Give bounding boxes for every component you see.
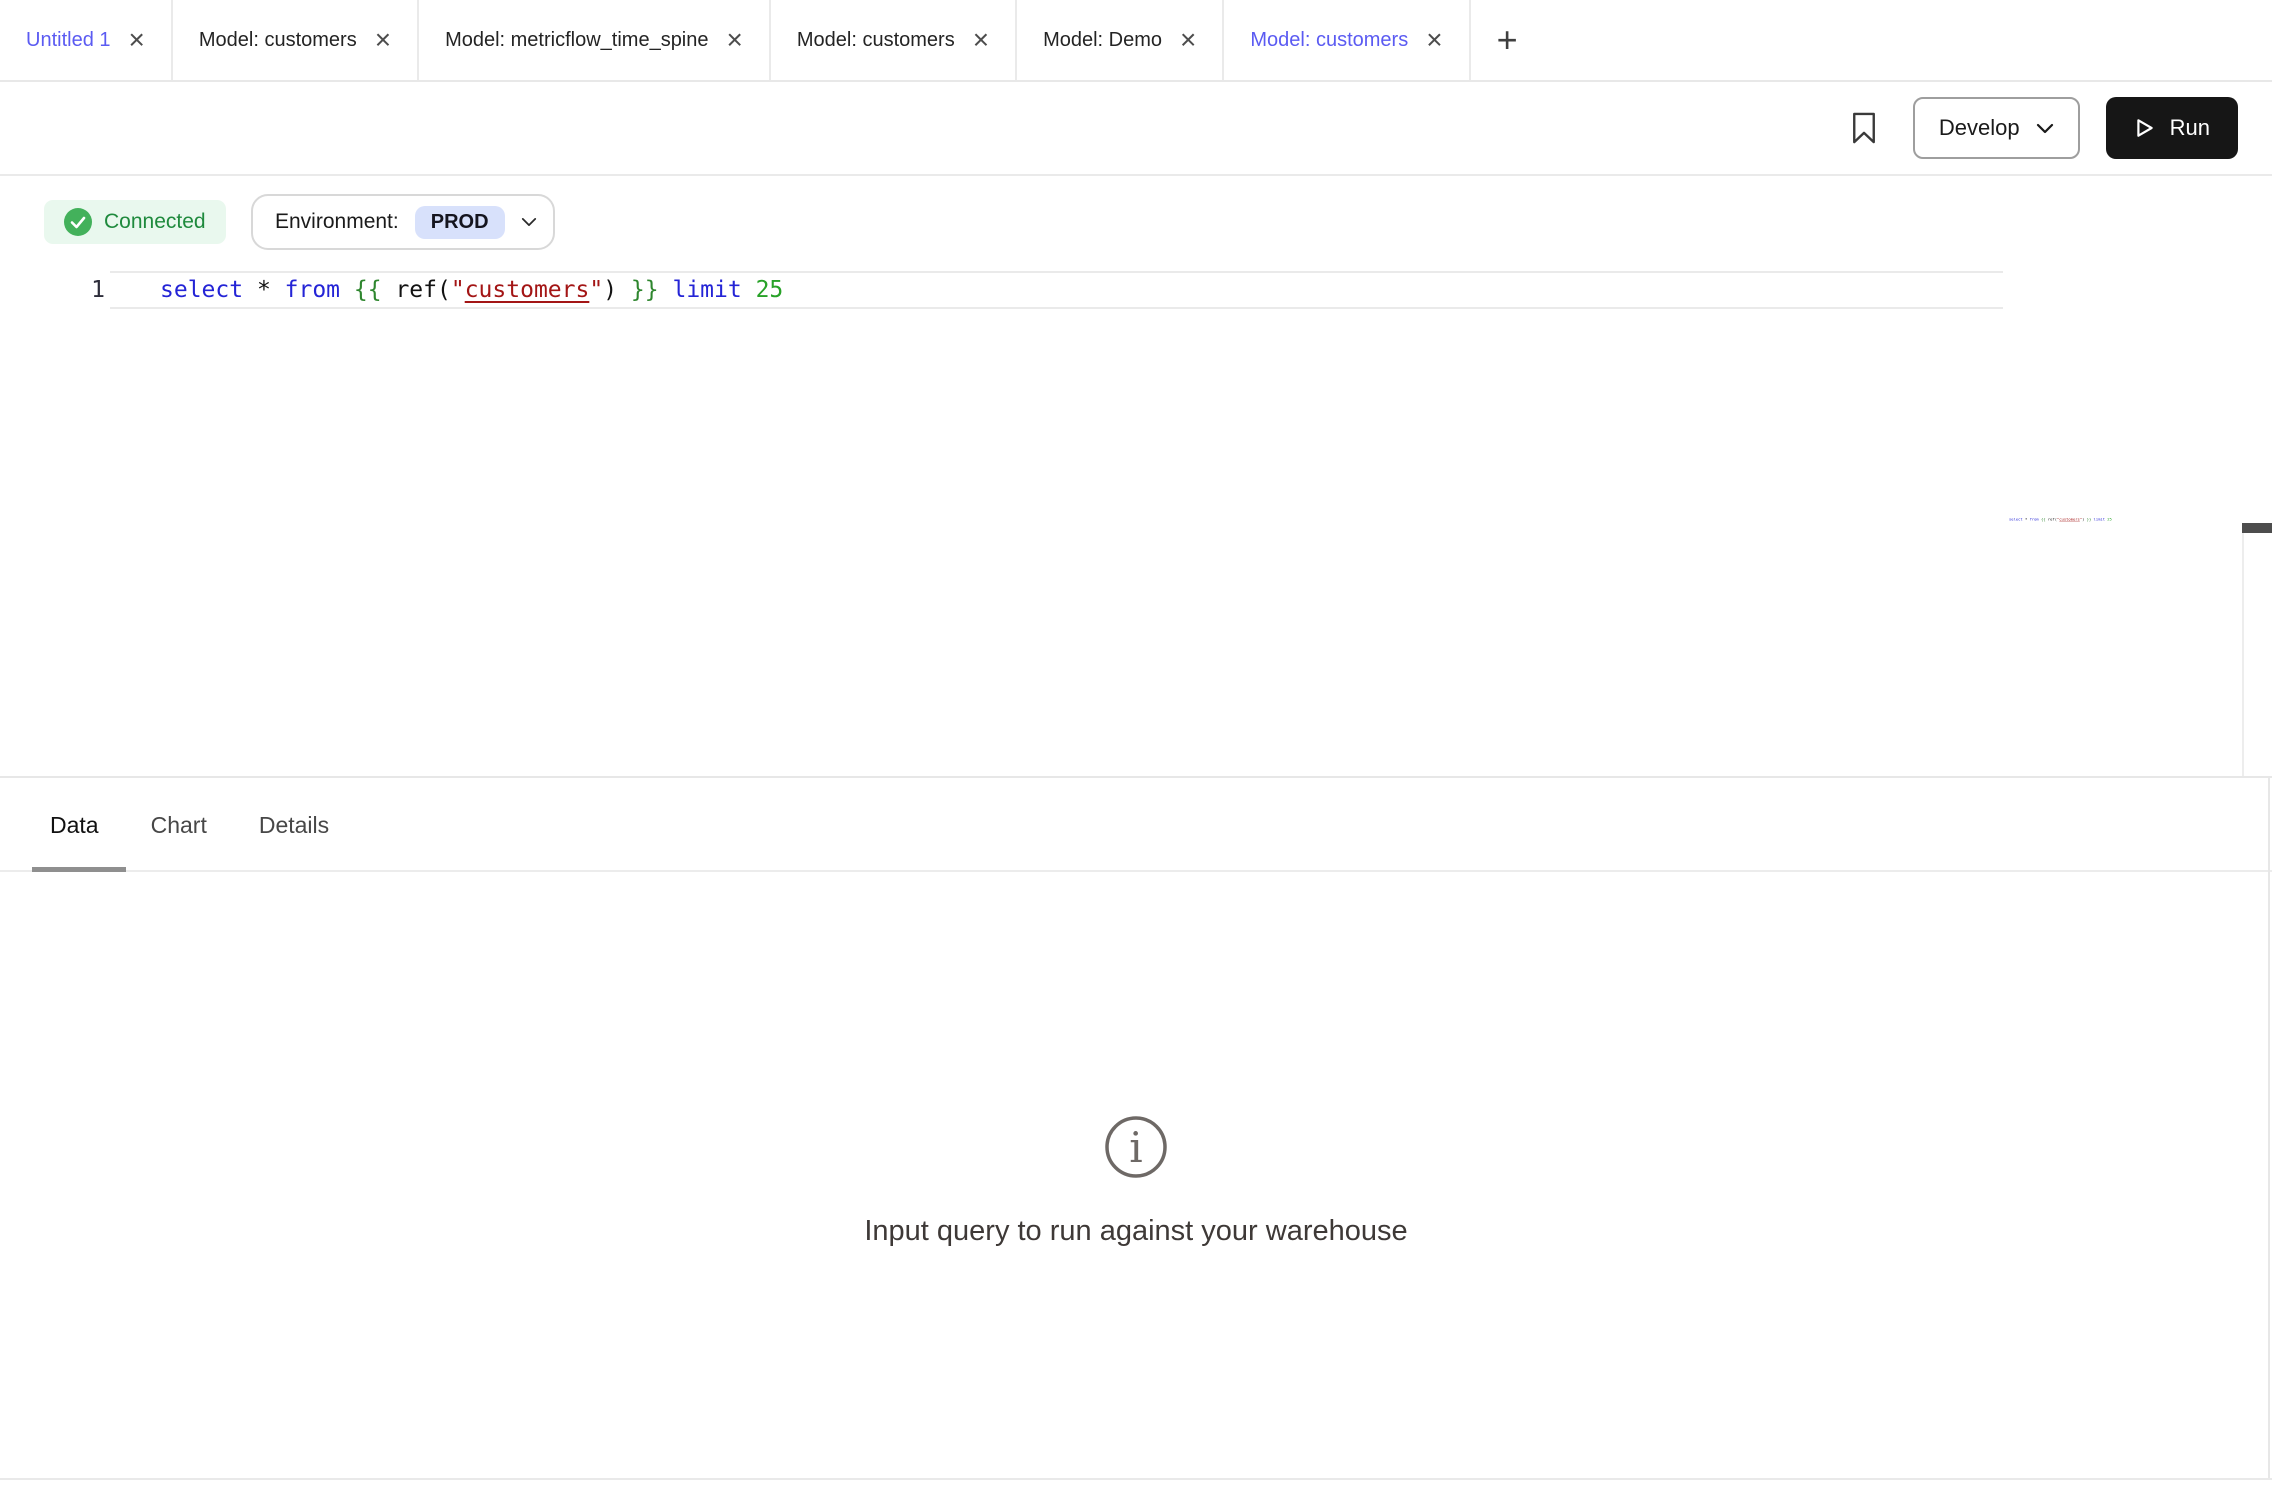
tab-model-customers-2[interactable]: Model: customers × — [771, 0, 1017, 80]
tab-model-demo[interactable]: Model: Demo × — [1017, 0, 1224, 80]
minimap-code-line: select * from {{ ref("customers") }} lim… — [2009, 517, 2116, 521]
code-token: from — [285, 277, 340, 303]
code-token: {{ — [354, 277, 382, 303]
tab-model-customers-1[interactable]: Model: customers × — [173, 0, 419, 80]
new-tab-button[interactable]: + — [1471, 0, 1544, 80]
tab-model-metricflow-time-spine[interactable]: Model: metricflow_time_spine × — [419, 0, 771, 80]
connection-status-label: Connected — [104, 210, 206, 234]
code-token — [742, 277, 756, 303]
empty-state: i Input query to run against your wareho… — [0, 1114, 2272, 1248]
tab-label: Model: metricflow_time_spine — [445, 29, 708, 52]
code-token: }} — [631, 277, 659, 303]
connection-status-badge: Connected — [44, 200, 226, 244]
code-token: limit — [672, 277, 741, 303]
check-circle-icon — [64, 208, 92, 236]
code-line[interactable]: select * from {{ ref("customers") }} lim… — [160, 277, 783, 303]
editor-minimap[interactable]: select * from {{ ref("customers") }} lim… — [2009, 517, 2119, 531]
code-token: customers — [2059, 517, 2080, 521]
code-token: ref( — [395, 277, 450, 303]
info-icon: i — [1103, 1114, 1169, 1185]
chevron-down-icon — [521, 217, 537, 227]
tab-details[interactable]: Details — [259, 812, 329, 839]
tab-model-customers-3[interactable]: Model: customers × — [1224, 0, 1470, 80]
chevron-down-icon — [2036, 123, 2054, 134]
close-icon[interactable]: × — [129, 26, 145, 54]
tab-label: Model: customers — [199, 29, 357, 52]
results-panel: Data Chart Details i Input query to run … — [0, 776, 2272, 1478]
editor-scrollbar-thumb[interactable] — [2242, 523, 2272, 533]
code-token: customers — [465, 277, 590, 303]
code-token: ) — [603, 277, 617, 303]
code-token: " — [451, 277, 465, 303]
develop-button[interactable]: Develop — [1913, 97, 2080, 159]
code-token: " — [589, 277, 603, 303]
close-icon[interactable]: × — [1180, 26, 1196, 54]
close-icon[interactable]: × — [1426, 26, 1442, 54]
tab-label: Untitled 1 — [26, 29, 111, 52]
tab-data[interactable]: Data — [50, 812, 99, 839]
play-icon — [2134, 117, 2156, 139]
tab-chart[interactable]: Chart — [151, 812, 207, 839]
tab-label: Model: Demo — [1043, 29, 1162, 52]
run-label: Run — [2170, 115, 2210, 141]
code-token: ref( — [2048, 517, 2057, 521]
code-token — [340, 277, 354, 303]
tab-label: Model: customers — [1250, 29, 1408, 52]
ide-window: Untitled 1 × Model: customers × Model: m… — [0, 0, 2272, 1486]
code-token — [617, 277, 631, 303]
code-token: * — [2023, 517, 2030, 521]
line-number: 1 — [81, 271, 105, 309]
code-token: select — [160, 277, 243, 303]
environment-value-chip: PROD — [415, 206, 505, 239]
empty-state-message: Input query to run against your warehous… — [0, 1215, 2272, 1248]
tab-untitled-1[interactable]: Untitled 1 × — [0, 0, 173, 80]
run-button[interactable]: Run — [2106, 97, 2238, 159]
tab-label: Model: customers — [797, 29, 955, 52]
code-token: limit — [2094, 517, 2105, 521]
code-token: from — [2030, 517, 2039, 521]
close-icon[interactable]: × — [727, 26, 743, 54]
code-token: select — [2009, 517, 2023, 521]
code-token — [382, 277, 396, 303]
active-tab-underline — [32, 867, 126, 872]
code-token: 25 — [2107, 517, 2112, 521]
code-token: * — [243, 277, 285, 303]
develop-label: Develop — [1939, 115, 2020, 141]
results-tabs-divider — [0, 870, 2272, 872]
sql-editor[interactable]: 1 select * from {{ ref("customers") }} l… — [0, 252, 2272, 776]
environment-label: Environment: — [275, 210, 399, 234]
bookmark-icon[interactable] — [1851, 111, 1877, 145]
code-token — [659, 277, 673, 303]
window-bottom-border — [0, 1478, 2272, 1480]
code-token: 25 — [756, 277, 784, 303]
editor-active-line[interactable]: select * from {{ ref("customers") }} lim… — [110, 271, 2003, 309]
svg-text:i: i — [1129, 1123, 1142, 1172]
results-right-border — [2268, 778, 2270, 1478]
editor-tab-bar: Untitled 1 × Model: customers × Model: m… — [0, 0, 2272, 82]
close-icon[interactable]: × — [375, 26, 391, 54]
results-tab-bar: Data Chart Details — [0, 778, 2272, 872]
environment-selector[interactable]: Environment: PROD — [251, 194, 555, 250]
close-icon[interactable]: × — [973, 26, 989, 54]
toolbar: Develop Run — [0, 82, 2272, 176]
